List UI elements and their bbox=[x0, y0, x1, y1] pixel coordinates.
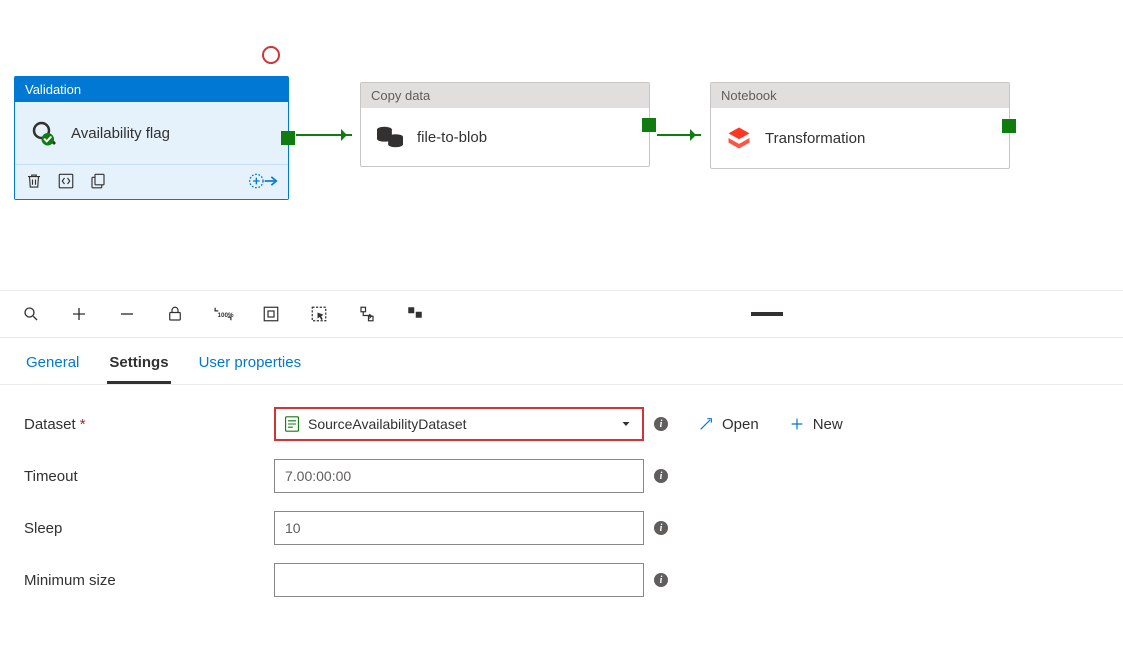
add-output-icon[interactable] bbox=[248, 171, 278, 191]
info-icon[interactable]: i bbox=[654, 521, 668, 535]
timeout-input[interactable] bbox=[274, 459, 644, 493]
info-icon[interactable]: i bbox=[654, 469, 668, 483]
dataset-label: Dataset* bbox=[24, 416, 274, 433]
lock-icon[interactable] bbox=[164, 303, 186, 325]
activity-body: file-to-blob bbox=[361, 108, 649, 166]
zoom-in-icon[interactable] bbox=[68, 303, 90, 325]
databricks-icon bbox=[725, 124, 753, 152]
fit-icon[interactable] bbox=[260, 303, 282, 325]
activity-header: Copy data bbox=[361, 83, 649, 108]
activity-body: Transformation bbox=[711, 108, 1009, 168]
dataset-value: SourceAvailabilityDataset bbox=[308, 416, 467, 432]
copy-data-icon bbox=[375, 124, 405, 150]
info-icon[interactable]: i bbox=[654, 417, 668, 431]
info-icon[interactable]: i bbox=[654, 573, 668, 587]
activity-name: Transformation bbox=[765, 130, 865, 147]
delete-icon[interactable] bbox=[25, 172, 43, 190]
activity-copy-data[interactable]: Copy data file-to-blob bbox=[360, 82, 650, 167]
tab-general[interactable]: General bbox=[24, 348, 81, 384]
minimum-size-input[interactable] bbox=[274, 563, 644, 597]
minimap-icon[interactable] bbox=[404, 303, 426, 325]
chevron-down-icon bbox=[620, 418, 632, 430]
breakpoint-marker[interactable] bbox=[262, 46, 280, 64]
minimum-size-row: Minimum size i bbox=[24, 563, 1099, 597]
search-icon[interactable] bbox=[20, 303, 42, 325]
select-icon[interactable] bbox=[308, 303, 330, 325]
timeout-label: Timeout bbox=[24, 468, 274, 485]
connector-2[interactable] bbox=[657, 134, 701, 136]
activity-header: Validation bbox=[15, 77, 288, 102]
auto-align-icon[interactable] bbox=[356, 303, 378, 325]
dataset-row: Dataset* SourceAvailabilityDataset i Ope… bbox=[24, 407, 1099, 441]
sleep-row: Sleep i bbox=[24, 511, 1099, 545]
panel-resize-grip[interactable] bbox=[751, 312, 783, 316]
zoom-out-icon[interactable] bbox=[116, 303, 138, 325]
sleep-label: Sleep bbox=[24, 520, 274, 537]
required-marker: * bbox=[80, 416, 86, 433]
dataset-file-icon bbox=[284, 415, 300, 433]
output-port[interactable] bbox=[281, 131, 295, 145]
activity-toolbar bbox=[15, 164, 288, 199]
clone-icon[interactable] bbox=[89, 172, 107, 190]
code-icon[interactable] bbox=[57, 172, 75, 190]
canvas-toolbar: 100% bbox=[0, 290, 1123, 338]
output-port[interactable] bbox=[1002, 119, 1016, 133]
tab-user-properties[interactable]: User properties bbox=[197, 348, 304, 384]
activity-header: Notebook bbox=[711, 83, 1009, 108]
pipeline-canvas[interactable]: Validation Availability flag bbox=[0, 0, 1123, 290]
minimum-size-label: Minimum size bbox=[24, 572, 274, 589]
dataset-select[interactable]: SourceAvailabilityDataset bbox=[274, 407, 644, 441]
zoom-reset-icon[interactable]: 100% bbox=[212, 303, 234, 325]
properties-tabs: General Settings User properties bbox=[0, 338, 1123, 385]
open-button[interactable]: Open bbox=[698, 416, 759, 433]
tab-settings[interactable]: Settings bbox=[107, 348, 170, 384]
validation-icon bbox=[29, 118, 59, 148]
settings-panel: Dataset* SourceAvailabilityDataset i Ope… bbox=[0, 385, 1123, 637]
connector-1[interactable] bbox=[296, 134, 352, 136]
sleep-input[interactable] bbox=[274, 511, 644, 545]
activity-notebook[interactable]: Notebook Transformation bbox=[710, 82, 1010, 169]
output-port[interactable] bbox=[642, 118, 656, 132]
new-button[interactable]: New bbox=[789, 416, 843, 433]
activity-name: file-to-blob bbox=[417, 129, 487, 146]
svg-text:100%: 100% bbox=[218, 312, 234, 319]
activity-validation[interactable]: Validation Availability flag bbox=[14, 76, 289, 200]
activity-name: Availability flag bbox=[71, 125, 170, 142]
activity-body: Availability flag bbox=[15, 102, 288, 164]
timeout-row: Timeout i bbox=[24, 459, 1099, 493]
